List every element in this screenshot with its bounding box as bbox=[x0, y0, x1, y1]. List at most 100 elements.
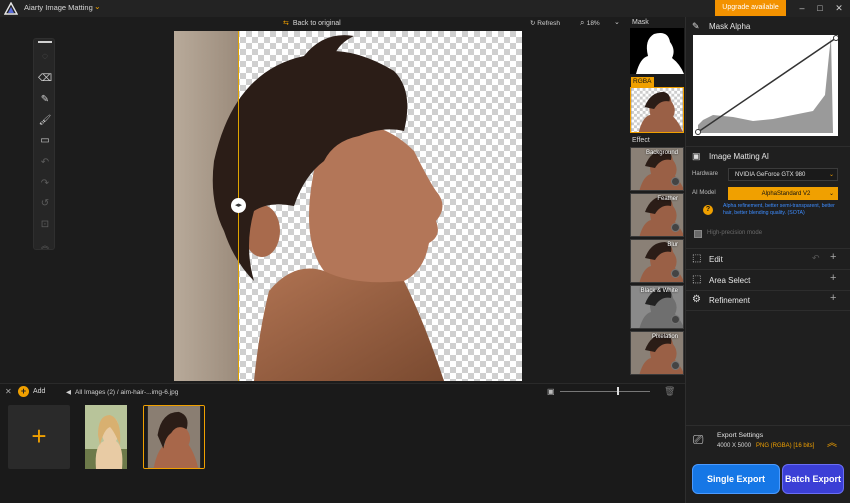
tool-palette: ◌ ⌫ ✎ 🖌 ▭ ↶ ↷ ↺ ⊡ ︽ bbox=[33, 38, 55, 250]
zoom-icon: ⌕ bbox=[580, 18, 587, 27]
effect-label-text: Pixelation bbox=[651, 334, 678, 340]
zoom-value: 18% bbox=[586, 20, 600, 27]
expand-refinement-icon[interactable]: + bbox=[830, 292, 836, 304]
divider bbox=[686, 146, 850, 147]
area-select-section[interactable]: Area Select bbox=[709, 276, 750, 285]
effect-black-white[interactable]: Black & White bbox=[630, 285, 684, 329]
thumb-size-slider-knob[interactable] bbox=[617, 387, 619, 395]
app-window: Aiarty Image Matting ⌄ Upgrade available… bbox=[0, 0, 850, 503]
hardware-value: NVIDIA GeForce GTX 980 bbox=[735, 172, 806, 178]
effect-background[interactable]: Background bbox=[630, 147, 684, 191]
effect-toggle[interactable] bbox=[671, 269, 680, 278]
divider bbox=[686, 290, 850, 291]
refresh-button[interactable]: ↻ Refresh bbox=[530, 19, 560, 27]
export-size: 4000 X 5000 bbox=[717, 443, 752, 449]
add-button[interactable]: Add bbox=[33, 388, 45, 395]
effect-blur[interactable]: Blur bbox=[630, 239, 684, 283]
rgba-label: RGBA bbox=[631, 77, 654, 87]
paint-brush-icon[interactable]: 🖌 bbox=[38, 113, 52, 127]
effect-label-text: Feather bbox=[657, 196, 678, 202]
refresh-label: Refresh bbox=[537, 20, 561, 27]
roller-icon[interactable]: ▭ bbox=[38, 133, 52, 147]
breadcrumb-text: All Images (2) / aim-hair-...img-6.jpg bbox=[75, 389, 179, 396]
reset-icon[interactable]: ↺ bbox=[38, 196, 52, 210]
expand-edit-icon[interactable]: + bbox=[830, 251, 836, 263]
pen-icon[interactable]: ✎ bbox=[38, 92, 52, 106]
brush-icon[interactable]: ◌ bbox=[38, 49, 52, 63]
fit-icon[interactable]: ⊡ bbox=[38, 217, 52, 231]
export-settings-icon: ⎚ bbox=[693, 432, 704, 447]
mask-alpha-icon: ✎ bbox=[692, 21, 700, 31]
effect-label-text: Blur bbox=[667, 242, 678, 248]
back-arrow-icon[interactable]: ◀ bbox=[66, 389, 71, 396]
chevron-down-icon: ⌄ bbox=[828, 191, 834, 197]
refinement-icon: ⚙ bbox=[692, 294, 701, 305]
redo-icon[interactable]: ↷ bbox=[38, 176, 52, 190]
divider bbox=[686, 425, 850, 426]
rgba-thumbnail[interactable] bbox=[630, 87, 684, 133]
ai-chip-icon: ▣ bbox=[692, 151, 701, 161]
effect-toggle[interactable] bbox=[671, 177, 680, 186]
effect-label-text: Background bbox=[645, 150, 678, 156]
image-thumbnail-2-selected[interactable] bbox=[143, 405, 205, 469]
compare-handle-icon[interactable]: ◂▸ bbox=[231, 198, 246, 213]
ai-model-description: Alpha refinement, better semi-transparen… bbox=[723, 203, 835, 216]
batch-export-button[interactable]: Batch Export bbox=[782, 464, 844, 494]
effect-toggle[interactable] bbox=[671, 315, 680, 324]
collapse-icon[interactable]: ︽ bbox=[38, 238, 52, 252]
divider bbox=[686, 269, 850, 270]
undo-icon[interactable]: ↶ bbox=[812, 253, 820, 264]
image-canvas[interactable] bbox=[174, 31, 522, 381]
area-select-icon: ⬚ bbox=[692, 274, 702, 285]
image-thumbnail-1[interactable] bbox=[74, 405, 136, 469]
chevron-down-icon: ⌄ bbox=[828, 172, 834, 178]
divider bbox=[686, 248, 850, 249]
effect-label-text: Black & White bbox=[640, 288, 678, 294]
close-icon[interactable]: ✕ bbox=[830, 1, 848, 15]
collapse-export-icon[interactable]: ︽ bbox=[827, 434, 837, 449]
single-export-button[interactable]: Single Export bbox=[692, 464, 780, 494]
export-settings-title: Export Settings bbox=[717, 432, 764, 439]
divider bbox=[686, 310, 850, 311]
mask-alpha-title: Mask Alpha bbox=[709, 22, 751, 31]
image-matting-ai-title: Image Matting AI bbox=[709, 152, 770, 161]
mask-alpha-curve[interactable] bbox=[693, 35, 838, 136]
high-precision-checkbox[interactable] bbox=[694, 230, 702, 238]
ai-model-select[interactable]: AlphaStandard V2 ⌄ bbox=[728, 187, 838, 200]
help-icon[interactable]: ? bbox=[703, 205, 713, 215]
zoom-control[interactable]: ⌕ 18% bbox=[580, 18, 600, 28]
maximize-icon[interactable]: □ bbox=[811, 1, 829, 15]
effect-label: Effect bbox=[632, 137, 650, 144]
refinement-section[interactable]: Refinement bbox=[709, 296, 750, 305]
ai-model-label: AI Model bbox=[692, 190, 716, 196]
edit-section[interactable]: Edit bbox=[709, 255, 723, 264]
thumb-size-slider[interactable] bbox=[560, 391, 650, 392]
mask-thumbnail[interactable] bbox=[630, 28, 684, 74]
effect-pixelation[interactable]: Pixelation bbox=[630, 331, 684, 375]
app-title: Aiarty Image Matting bbox=[24, 3, 93, 12]
add-icon[interactable]: + bbox=[18, 386, 29, 397]
add-image-tile[interactable]: + bbox=[8, 405, 70, 469]
back-to-original-button[interactable]: ⇆ Back to original bbox=[283, 19, 341, 27]
app-menu-chevron-icon[interactable]: ⌄ bbox=[94, 2, 101, 11]
mask-label: Mask bbox=[632, 19, 649, 26]
image-size-icon: ▣ bbox=[547, 387, 555, 396]
hardware-select[interactable]: NVIDIA GeForce GTX 980 ⌄ bbox=[728, 168, 838, 181]
breadcrumb[interactable]: ◀ All Images (2) / aim-hair-...img-6.jpg bbox=[66, 388, 178, 396]
undo-icon[interactable]: ↶ bbox=[38, 155, 52, 169]
effect-toggle[interactable] bbox=[671, 361, 680, 370]
close-strip-icon[interactable]: ✕ bbox=[5, 387, 12, 396]
edit-icon: ⬚ bbox=[692, 253, 702, 264]
ai-model-value: AlphaStandard V2 bbox=[761, 191, 811, 197]
effect-toggle[interactable] bbox=[671, 223, 680, 232]
minimize-icon[interactable]: – bbox=[793, 1, 811, 15]
app-logo-icon bbox=[4, 2, 18, 15]
zoom-chevron-icon[interactable]: ⌄ bbox=[614, 18, 620, 26]
effect-feather[interactable]: Feather bbox=[630, 193, 684, 237]
compare-icon: ⇆ bbox=[283, 20, 289, 27]
back-to-original-label: Back to original bbox=[292, 20, 341, 27]
expand-area-select-icon[interactable]: + bbox=[830, 272, 836, 284]
upgrade-button[interactable]: Upgrade available bbox=[715, 0, 786, 16]
trash-icon[interactable]: 🗑 bbox=[664, 386, 675, 397]
eraser-icon[interactable]: ⌫ bbox=[38, 71, 52, 85]
